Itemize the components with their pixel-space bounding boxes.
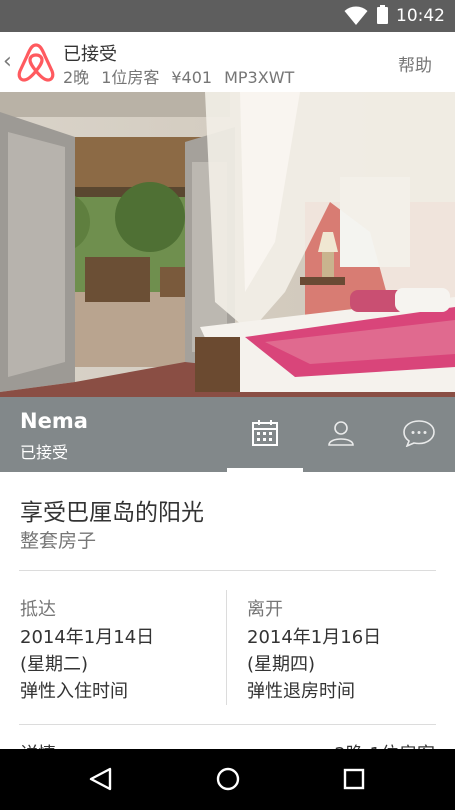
app-header: ‹ 已接受 2晚 1位房客 ¥401 MP3XWT 帮助 bbox=[0, 32, 455, 93]
reservation-summary: 2晚 1位房客 ¥401 MP3XWT bbox=[63, 64, 306, 88]
reservation-status-title: 已接受 bbox=[63, 44, 117, 65]
checkin-weekday: (星期二) bbox=[20, 654, 89, 675]
home-icon[interactable] bbox=[215, 766, 241, 792]
host-name: Nema bbox=[20, 409, 88, 433]
checkout-weekday: (星期四) bbox=[247, 654, 316, 675]
back-chevron-icon[interactable]: ‹ bbox=[3, 49, 12, 74]
recents-icon[interactable] bbox=[342, 766, 366, 792]
checkin-label: 抵达 bbox=[20, 599, 56, 620]
tab-profile[interactable] bbox=[303, 397, 379, 472]
checkin-date: 2014年1月14日 bbox=[20, 627, 155, 648]
column-divider bbox=[226, 590, 227, 705]
help-button[interactable]: 帮助 bbox=[398, 51, 432, 76]
divider bbox=[19, 570, 436, 571]
battery-icon bbox=[377, 5, 388, 24]
listing-title: 享受巴厘岛的阳光 bbox=[20, 500, 204, 526]
system-nav-bar bbox=[0, 749, 455, 810]
checkout-note: 弹性退房时间 bbox=[247, 681, 355, 702]
active-tab-indicator bbox=[227, 468, 303, 472]
chat-bubble-icon bbox=[403, 420, 435, 447]
wifi-icon bbox=[344, 6, 368, 25]
nights-count: 2晚 bbox=[63, 68, 90, 87]
host-bar: Nema 已接受 bbox=[0, 397, 455, 472]
tab-message[interactable] bbox=[379, 397, 455, 472]
tab-calendar[interactable] bbox=[227, 397, 303, 472]
listing-photo bbox=[0, 92, 455, 397]
airbnb-logo[interactable] bbox=[15, 40, 57, 84]
total-price: ¥401 bbox=[171, 68, 213, 87]
divider bbox=[19, 724, 436, 725]
checkout-date: 2014年1月16日 bbox=[247, 627, 382, 648]
back-icon[interactable] bbox=[88, 766, 114, 792]
checkout-label: 离开 bbox=[247, 599, 283, 620]
status-bar: 10:42 bbox=[0, 0, 455, 32]
guest-count: 1位房客 bbox=[101, 68, 160, 87]
confirmation-code: MP3XWT bbox=[224, 68, 295, 87]
checkin-note: 弹性入住时间 bbox=[20, 681, 128, 702]
reservation-status: 已接受 bbox=[20, 443, 69, 462]
person-icon bbox=[328, 421, 354, 446]
clock: 10:42 bbox=[396, 6, 445, 26]
listing-type: 整套房子 bbox=[20, 530, 97, 552]
calendar-icon bbox=[252, 420, 278, 446]
